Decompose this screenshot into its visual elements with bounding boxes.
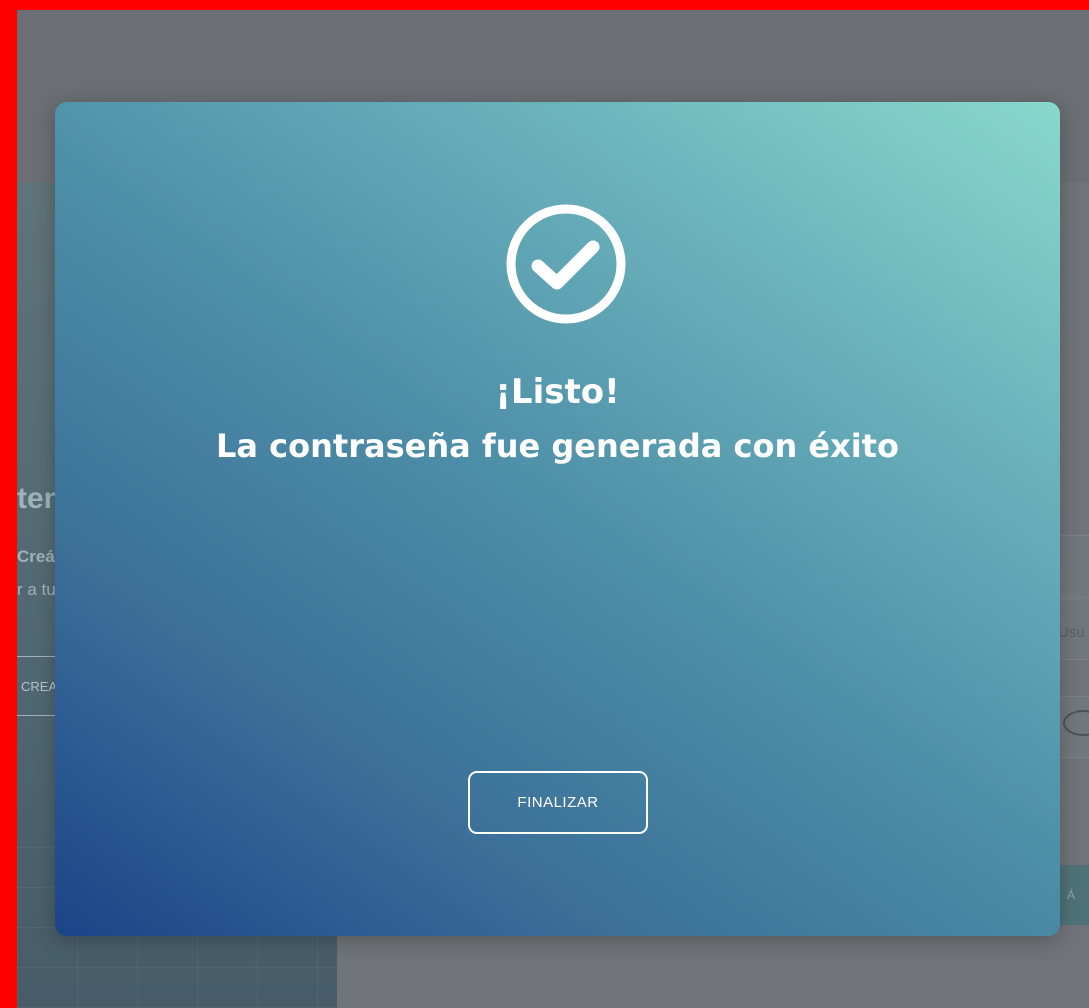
check-circle-icon	[506, 204, 626, 324]
frame-border	[0, 0, 1089, 10]
background-username-label: Usu	[1058, 624, 1085, 641]
background-field	[1057, 535, 1089, 597]
finalize-button[interactable]: FINALIZAR	[468, 771, 648, 834]
background-text: r a tu	[17, 580, 56, 599]
modal-message: La contraseña fue generada con éxito	[216, 427, 899, 465]
frame-border	[0, 0, 17, 1008]
success-modal: ¡Listo! La contraseña fue generada con é…	[55, 102, 1060, 936]
modal-title: ¡Listo!	[495, 372, 620, 412]
background-subtitle: Creá	[17, 547, 55, 566]
background-submit-button: Á	[1057, 865, 1089, 925]
